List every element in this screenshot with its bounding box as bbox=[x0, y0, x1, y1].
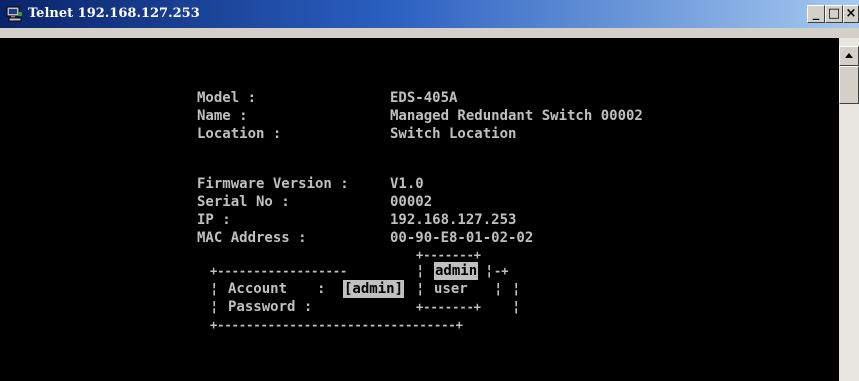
serial-value: 00002 bbox=[390, 194, 433, 210]
login-box-top-border: +------------------ bbox=[210, 264, 348, 278]
account-field[interactable]: [admin] bbox=[343, 280, 405, 298]
telnet-terminal-icon bbox=[6, 6, 23, 22]
dropdown-right-edge-2: ¦ bbox=[494, 281, 503, 297]
location-value: Switch Location bbox=[390, 126, 517, 142]
firmware-value: V1.0 bbox=[390, 176, 424, 192]
terminal-screen[interactable]: Model : EDS-405A Name : Managed Redundan… bbox=[0, 38, 839, 381]
serial-label: Serial No : bbox=[197, 194, 290, 210]
title-bar[interactable]: Telnet 192.168.127.253 _ □ × bbox=[0, 0, 859, 28]
dropdown-option-user[interactable]: user bbox=[434, 280, 468, 298]
close-button[interactable]: × bbox=[843, 5, 859, 23]
maximize-button[interactable]: □ bbox=[825, 5, 843, 23]
model-label: Model : bbox=[197, 90, 257, 106]
vertical-scrollbar[interactable] bbox=[839, 38, 859, 381]
window-title: Telnet 192.168.127.253 bbox=[28, 6, 200, 21]
login-box-left-edge: ¦ bbox=[210, 281, 219, 297]
mac-value: 00-90-E8-01-02-02 bbox=[390, 230, 534, 246]
login-box-bottom-border: +---------------------------------+ bbox=[210, 318, 463, 332]
minimize-button[interactable]: _ bbox=[807, 5, 825, 23]
name-value: Managed Redundant Switch 00002 bbox=[390, 108, 643, 124]
scroll-up-button[interactable] bbox=[839, 46, 859, 66]
dropdown-left-edge: ¦ bbox=[416, 263, 425, 279]
name-label: Name : bbox=[197, 108, 248, 124]
dropdown-top-border: +-------+ bbox=[416, 248, 482, 262]
login-box-right-edge: ¦ bbox=[512, 281, 521, 297]
dropdown-option-admin[interactable]: admin bbox=[434, 262, 479, 280]
login-box-top-right: -+ bbox=[494, 264, 509, 278]
account-colon: : bbox=[317, 281, 326, 297]
firmware-label: Firmware Version : bbox=[197, 176, 349, 192]
mac-label: MAC Address : bbox=[197, 230, 307, 246]
model-value: EDS-405A bbox=[390, 90, 458, 106]
dropdown-bottom-border: +-------+ bbox=[416, 300, 482, 314]
password-label: Password : bbox=[228, 299, 313, 315]
ip-value: 192.168.127.253 bbox=[390, 212, 517, 228]
login-box-right-edge-2: ¦ bbox=[512, 299, 521, 315]
dropdown-right-edge: ¦ bbox=[485, 263, 494, 279]
dropdown-left-edge-2: ¦ bbox=[416, 281, 425, 297]
location-label: Location : bbox=[197, 126, 282, 142]
scroll-thumb[interactable] bbox=[839, 66, 859, 104]
ip-label: IP : bbox=[197, 212, 231, 228]
account-label: Account bbox=[228, 281, 288, 297]
login-box-left-edge-2: ¦ bbox=[210, 299, 219, 315]
telnet-window: Telnet 192.168.127.253 _ □ × Model : EDS… bbox=[0, 0, 859, 381]
